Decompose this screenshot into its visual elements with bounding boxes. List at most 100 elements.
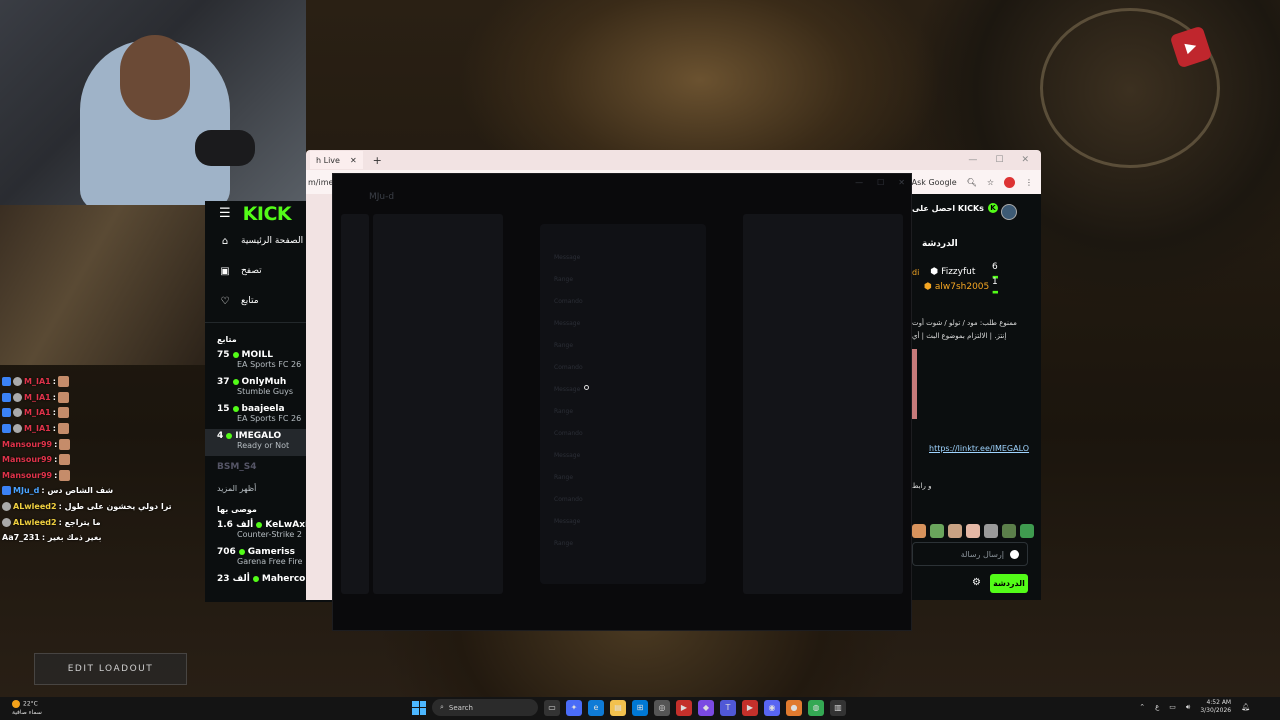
badge-icon [13, 424, 22, 434]
badge-icon [2, 517, 11, 527]
emote-icon[interactable] [984, 524, 998, 538]
browse-icon: ▣ [220, 265, 230, 277]
emote-icon[interactable] [948, 524, 962, 538]
maximize-icon[interactable]: ☐ [877, 178, 884, 187]
chrome-icon[interactable]: ◍ [808, 699, 824, 716]
tab-bar: h Live ✕ + — ☐ ✕ [306, 150, 1041, 170]
taskbar-search[interactable]: ⌕ Search [432, 699, 538, 716]
chat-input[interactable]: إرسال رسالة [912, 542, 1028, 566]
stream-chat-line: Aa7_231: بغير ذمك بغير [2, 530, 202, 546]
server-list [341, 214, 369, 594]
modal-field-label: Range [554, 276, 574, 283]
emote-icon[interactable] [912, 524, 926, 538]
app-icon[interactable]: ◎ [654, 699, 670, 716]
kebab-menu-icon[interactable]: ⋮ [1025, 178, 1033, 187]
emote-icon[interactable] [1020, 524, 1034, 538]
copilot-icon[interactable]: ✦ [566, 699, 582, 716]
task-view-icon[interactable]: ▭ [544, 699, 560, 716]
stream-chat-username: M_IA1 [24, 377, 51, 387]
new-tab-icon[interactable]: + [363, 154, 392, 167]
kicks-icon: K [987, 203, 998, 213]
channel-category: Counter-Strike 2 [237, 530, 302, 539]
minimize-icon[interactable]: — [855, 178, 863, 187]
get-kicks-button[interactable]: احصل على KICKs K [912, 203, 998, 213]
live-dot [232, 379, 239, 385]
edit-loadout-button[interactable]: EDIT LOADOUT [34, 653, 187, 685]
emote-icon[interactable] [966, 524, 980, 538]
emote-icon [57, 391, 69, 403]
viewer-count: 15 [217, 404, 230, 414]
teams-icon[interactable]: T [720, 699, 736, 716]
stream-chat-line: Mansour99: [2, 452, 202, 468]
chat-title: الدردشة [922, 239, 958, 249]
youtube-icon[interactable]: ▶ [676, 699, 692, 716]
youtube-icon[interactable]: ▶ [742, 699, 758, 716]
modal-field-label: Message [554, 320, 581, 327]
clock[interactable]: 4:52 AM 3/30/2026 [1200, 699, 1231, 715]
chat-message: ممنوع طلب: مود / تولو / شوت أوت [912, 319, 1017, 327]
game-blur-area [0, 205, 210, 365]
gear-icon[interactable]: ⚙ [972, 577, 981, 588]
app-icon[interactable]: ▥ [830, 699, 846, 716]
obs-icon[interactable]: ● [786, 699, 802, 716]
modal-field-label: Message [554, 452, 581, 459]
send-chat-button[interactable]: الدردشة [990, 574, 1028, 593]
live-dot [232, 406, 239, 412]
language-indicator[interactable]: ع [1155, 703, 1159, 711]
discord-modal: Message Range Comando Message Range Comando Me… [540, 224, 706, 584]
badge-icon [2, 502, 11, 512]
mouse-cursor [584, 385, 589, 390]
file-explorer-icon[interactable]: ▤ [610, 699, 626, 716]
linktree-link[interactable]: https://linktr.ee/IMEGALO [929, 444, 1029, 453]
stream-chat-username: Mansour99 [2, 455, 53, 465]
network-icon[interactable]: ▭ [1169, 703, 1176, 711]
badge-icon [13, 408, 22, 418]
store-icon[interactable]: ⊞ [632, 699, 648, 716]
menu-icon[interactable]: ☰ [219, 206, 231, 221]
profile-avatar[interactable] [1004, 176, 1015, 188]
stream-chat-text: : [54, 455, 58, 465]
stream-chat-line: M_IA1: [2, 421, 202, 437]
bookmark-star-icon[interactable]: ☆ [987, 178, 994, 187]
volume-icon[interactable]: 🔊︎ [1186, 703, 1190, 712]
minimize-icon[interactable]: — [968, 155, 977, 165]
stream-chat-text: : [52, 408, 56, 418]
emote-icon [59, 469, 71, 481]
modal-field-label: Comando [554, 430, 583, 437]
edge-icon[interactable]: e [588, 699, 604, 716]
stream-chat-line: M_IA1: [2, 390, 202, 406]
maximize-icon[interactable]: ☐ [995, 155, 1003, 165]
user-avatar[interactable] [1001, 204, 1017, 220]
app-icon[interactable]: ◆ [698, 699, 714, 716]
streamer-head [120, 35, 190, 120]
zoom-icon[interactable]: 🔍︎ [967, 178, 977, 187]
stream-chat-username: Mansour99 [2, 470, 53, 480]
chevron-up-icon[interactable]: ⌃ [1139, 703, 1145, 711]
emote-icon [59, 454, 71, 466]
home-icon: ⌂ [221, 235, 229, 247]
kick-chat-panel: احصل على KICKs K الدردشة di ⬢ Fizzyfut 6 … [912, 194, 1041, 600]
stream-chat-username: M_IA1 [24, 392, 51, 402]
stream-chat-line: ALwleed2: ترا دولي يخشون على طول [2, 499, 202, 515]
browser-tab[interactable]: h Live ✕ [310, 151, 363, 169]
emoji-icon[interactable] [1010, 549, 1019, 559]
stream-chat-line: Mansour99: [2, 436, 202, 452]
discord-icon[interactable]: ◉ [764, 699, 780, 716]
emote-icon [57, 423, 69, 435]
stream-chat-text: : بغير ذمك بغير [41, 533, 102, 543]
kick-logo[interactable]: KICK [243, 203, 292, 225]
stream-chat-username: ALwleed2 [13, 517, 57, 527]
modal-field-label: Message [554, 254, 581, 261]
weather-widget[interactable]: 22°C سماء صافية [12, 700, 42, 717]
chat-image [912, 349, 917, 419]
close-icon[interactable]: ✕ [898, 178, 905, 187]
emote-icon[interactable] [930, 524, 944, 538]
start-icon[interactable] [412, 700, 426, 715]
notification-icon[interactable]: 🔔︎ [1241, 703, 1250, 711]
modal-field-label: Message [554, 386, 581, 393]
stream-chat-username: Aa7_231 [2, 533, 40, 543]
badge-icon [2, 392, 11, 402]
close-window-icon[interactable]: ✕ [1021, 155, 1029, 165]
emote-icon[interactable] [1002, 524, 1016, 538]
close-tab-icon[interactable]: ✕ [350, 156, 357, 165]
